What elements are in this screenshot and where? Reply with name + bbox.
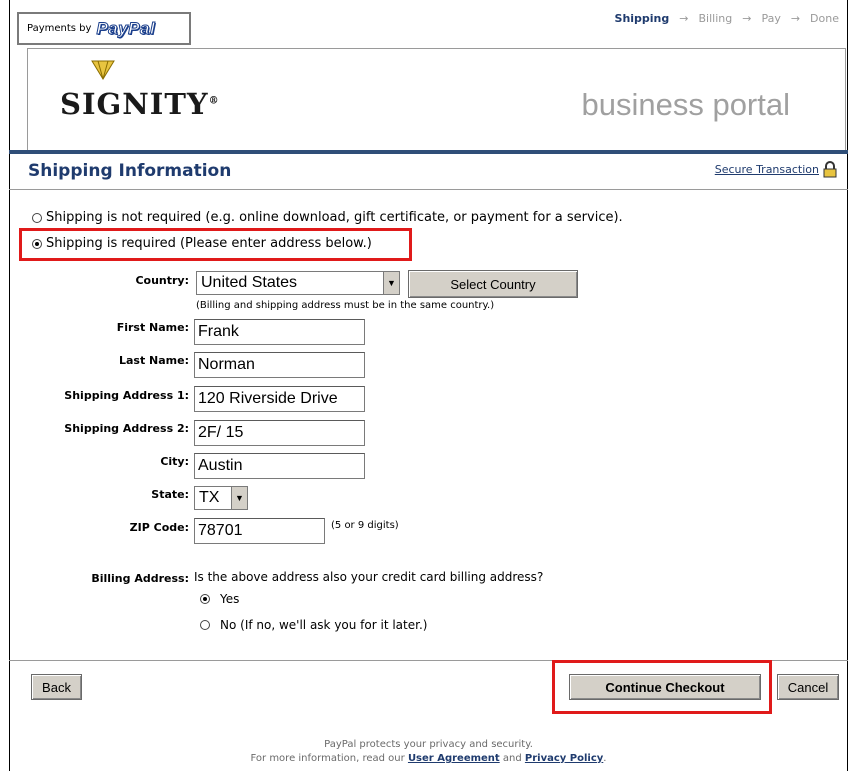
zip-note: (5 or 9 digits): [331, 520, 399, 531]
last-name-field[interactable]: Norman: [194, 352, 365, 378]
address1-label: Shipping Address 1:: [64, 389, 189, 402]
address2-label: Shipping Address 2:: [64, 422, 189, 435]
secure-transaction-link[interactable]: Secure Transaction: [715, 163, 819, 176]
city-field[interactable]: Austin: [194, 453, 365, 479]
state-value: TX: [199, 489, 220, 506]
diamond-icon: [91, 60, 115, 80]
first-name-label: First Name:: [116, 321, 189, 334]
chevron-down-icon[interactable]: ▼: [383, 272, 399, 294]
billing-no-radio[interactable]: [200, 620, 210, 630]
step-shipping: Shipping: [614, 12, 670, 25]
signity-logo: SIGNITY®: [60, 87, 220, 121]
country-note: (Billing and shipping address must be in…: [196, 300, 495, 311]
shipping-not-required-option[interactable]: Shipping is not required (e.g. online do…: [32, 210, 623, 225]
chevron-down-icon[interactable]: ▼: [231, 487, 247, 509]
select-country-button[interactable]: Select Country: [408, 270, 578, 298]
billing-yes-radio[interactable]: [200, 594, 210, 604]
country-select[interactable]: United States ▼: [196, 271, 400, 295]
state-label: State:: [151, 488, 189, 501]
brand-name: SIGNITY: [60, 87, 209, 121]
footer-links-line: For more information, read our User Agre…: [9, 753, 848, 764]
country-label: Country:: [135, 274, 189, 287]
address2-field[interactable]: 2F/ 15: [194, 420, 365, 446]
billing-yes-label: Yes: [220, 592, 240, 606]
city-label: City:: [160, 455, 189, 468]
address1-field[interactable]: 120 Riverside Drive: [194, 386, 365, 412]
country-value: United States: [201, 274, 298, 291]
step-arrow-icon: →: [742, 12, 752, 25]
merchant-logo-box: SIGNITY® business portal: [27, 48, 846, 150]
footer-and: and: [502, 753, 522, 764]
brand-registered: ®: [208, 95, 220, 107]
step-done: Done: [810, 12, 839, 25]
zip-label: ZIP Code:: [129, 521, 189, 534]
step-arrow-icon: →: [790, 12, 801, 25]
page-title: Shipping Information: [28, 161, 232, 181]
billing-no-option[interactable]: No (If no, we'll ask you for it later.): [200, 618, 427, 632]
payments-by-label: Payments by: [27, 23, 92, 34]
shipping-not-required-label: Shipping is not required (e.g. online do…: [46, 210, 623, 225]
secure-transaction: Secure Transaction: [715, 161, 837, 178]
paypal-badge: Payments by PayPal: [17, 12, 191, 45]
title-divider: [9, 189, 848, 190]
billing-yes-option[interactable]: Yes: [200, 592, 239, 606]
footer-privacy-line: PayPal protects your privacy and securit…: [324, 739, 533, 750]
step-pay: Pay: [761, 12, 781, 25]
lock-icon: [823, 161, 837, 178]
zip-field[interactable]: 78701: [194, 518, 325, 544]
billing-no-label: No (If no, we'll ask you for it later.): [220, 618, 428, 632]
billing-question: Is the above address also your credit ca…: [194, 570, 544, 584]
step-arrow-icon: →: [679, 12, 689, 25]
business-portal-text: business portal: [581, 87, 790, 122]
billing-address-label: Billing Address:: [91, 572, 189, 585]
highlight-shipping-required: [19, 228, 412, 261]
shipping-not-required-radio[interactable]: [32, 212, 42, 223]
paypal-logo: PayPal: [96, 18, 156, 38]
header-divider: [9, 150, 848, 154]
last-name-label: Last Name:: [118, 354, 189, 367]
back-button[interactable]: Back: [31, 674, 82, 700]
privacy-policy-link[interactable]: Privacy Policy: [525, 753, 603, 764]
highlight-continue-checkout: [552, 660, 772, 714]
user-agreement-link[interactable]: User Agreement: [408, 753, 500, 764]
state-select[interactable]: TX ▼: [194, 486, 248, 510]
footer-period: .: [603, 753, 607, 764]
first-name-field[interactable]: Frank: [194, 319, 365, 345]
step-billing: Billing: [698, 12, 733, 25]
footer-prefix: For more information, read our: [250, 753, 405, 764]
cancel-button[interactable]: Cancel: [777, 674, 839, 700]
checkout-steps: Shipping → Billing → Pay → Done: [615, 12, 839, 25]
